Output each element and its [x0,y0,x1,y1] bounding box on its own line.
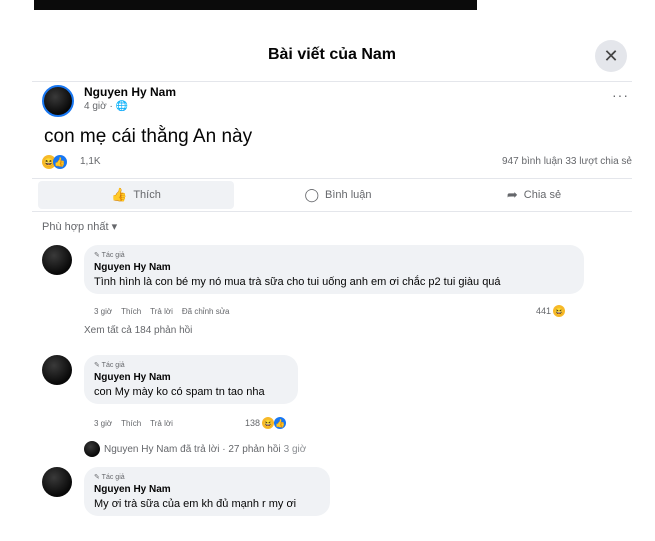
close-button[interactable]: ✕ [595,40,627,72]
post-modal: Bài viết của Nam ✕ Nguyen Hy Nam 4 giờ ·… [32,28,640,541]
comment-author[interactable]: Nguyen Hy Nam [94,484,320,495]
author-badge: ✎ Tác giả [94,252,125,259]
comment-reply-button[interactable]: Trả lời [150,307,173,316]
edited-label: Đã chỉnh sửa [181,307,230,316]
reaction-icons[interactable]: 😆 👍 [42,155,67,169]
comment-label: Bình luận [325,189,372,201]
avatar[interactable] [42,85,74,117]
comment-actions: 3 giờ Thích Trả lời [94,419,173,428]
post-author[interactable]: Nguyen Hy Nam [84,85,176,99]
sort-dropdown[interactable]: Phù hợp nhất ▾ [42,220,117,233]
thumbs-up-icon: 👍 [111,187,128,202]
comment-bubble: ✎ Tác giả Nguyen Hy Nam con My mày ko có… [84,355,298,404]
action-bar: 👍 Thích ◯ Bình luận ➦ Chia sẻ [32,178,632,212]
comment-reply-button[interactable]: Trả lời [150,419,173,428]
comment-reaction[interactable]: 441 😆 [536,305,566,317]
comment-bubble: ✎ Tác giả Nguyen Hy Nam Tình hình là con… [84,245,584,294]
author-badge: ✎ Tác giả [94,362,125,369]
comment-like-button[interactable]: Thích [121,419,141,428]
share-label: Chia sẻ [523,189,562,201]
like-reaction-icon: 👍 [274,417,287,429]
comment-bubble: ✎ Tác giả Nguyen Hy Nam My ơi trà sữa củ… [84,467,330,516]
comment-reaction-count: 441 [536,306,552,316]
like-button[interactable]: 👍 Thích [38,181,234,209]
reply-time: 3 giờ [283,443,307,455]
post-header: Nguyen Hy Nam 4 giờ · 🌐 ··· [42,83,632,123]
comment-icon: ◯ [304,187,320,202]
post-time[interactable]: 4 giờ · 🌐 [84,101,128,112]
share-icon: ➦ [506,187,518,202]
share-button[interactable]: ➦ Chia sẻ [436,179,632,211]
reply-avatar [84,441,100,457]
like-label: Thích [133,189,161,201]
comment-avatar[interactable] [42,355,72,385]
comment-button[interactable]: ◯ Bình luận [240,179,436,211]
comment-avatar[interactable] [42,245,72,275]
author-badge: ✎ Tác giả [94,474,125,481]
comment-time[interactable]: 3 giờ [94,307,112,316]
comment-like-button[interactable]: Thích [121,307,141,316]
comment-text: Tình hình là con bé my nó mua trà sữa ch… [94,276,501,288]
haha-reaction-icon: 😆 [262,417,275,429]
close-icon: ✕ [603,45,619,66]
haha-reaction-icon: 😆 [553,305,566,317]
view-replies-link[interactable]: Xem tất cả 184 phản hồi [84,325,192,336]
comment-actions: 3 giờ Thích Trả lời Đã chỉnh sửa [94,307,230,316]
post-text: con mẹ cái thằng An này [44,126,253,147]
modal-header: Bài viết của Nam ✕ [32,28,632,82]
reaction-count[interactable]: 1,1K [80,156,101,167]
comment-time[interactable]: 3 giờ [94,419,112,428]
reply-summary-link[interactable]: Nguyen Hy Nam đã trả lời · 27 phản hồi 3… [84,441,306,457]
comment-author[interactable]: Nguyen Hy Nam [94,262,574,273]
comment-author[interactable]: Nguyen Hy Nam [94,372,288,383]
top-black-bar [34,0,477,10]
comment-avatar[interactable] [42,467,72,497]
modal-title: Bài viết của Nam [267,46,397,63]
comment-reaction[interactable]: 138 😆 👍 [245,417,287,429]
comment-text: con My mày ko có spam tn tao nha [94,386,265,398]
like-reaction-icon: 👍 [53,155,67,169]
comment-reaction-count: 138 [245,418,261,428]
comment-text: My ơi trà sữa của em kh đủ mạnh r my ơi [94,498,297,510]
comment-share-counts[interactable]: 947 bình luận 33 lượt chia sẻ [502,156,632,167]
more-options-button[interactable]: ··· [612,87,629,103]
reactions-row: 😆 👍 1,1K 947 bình luận 33 lượt chia sẻ [42,154,632,172]
reply-summary: Nguyen Hy Nam đã trả lời · 27 phản hồi [104,443,281,455]
